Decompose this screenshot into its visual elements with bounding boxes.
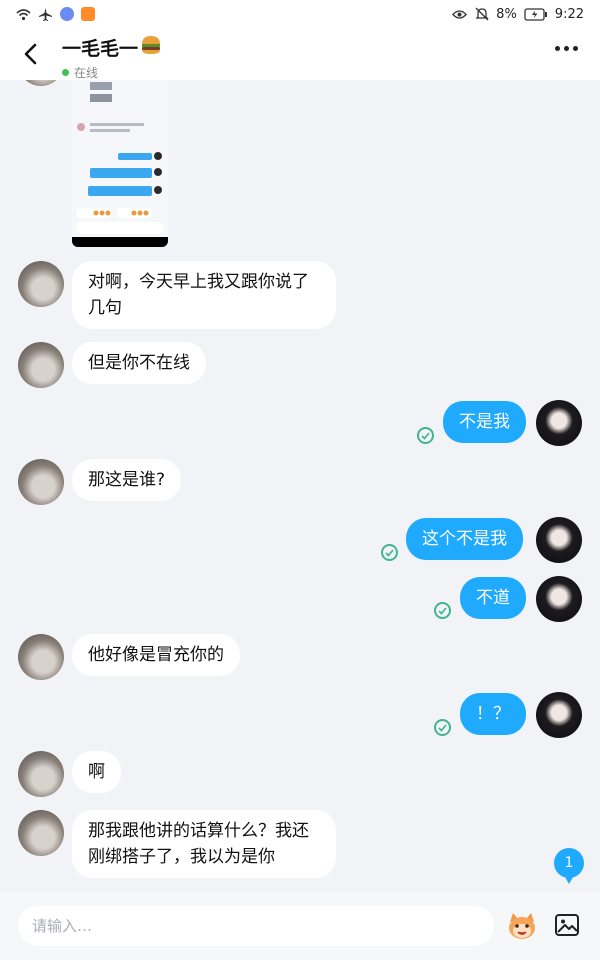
unread-count-badge[interactable]: 1: [554, 848, 584, 884]
clock: 9:22: [554, 6, 584, 22]
message-bubble-received[interactable]: 那我跟他讲的话算什么？我还 刚绑搭子了，我以为是你: [72, 810, 336, 878]
message-text: 这个不是我: [422, 529, 507, 549]
message-text: 不是我: [459, 412, 510, 432]
read-check-icon: [417, 427, 434, 444]
message-text: 但是你不在线: [88, 353, 190, 373]
my-avatar[interactable]: [536, 692, 582, 738]
message-text: 那这是谁?: [88, 470, 166, 490]
burger-emoji-icon: [140, 35, 162, 60]
emoji-button[interactable]: [506, 910, 538, 942]
message-bubble-received[interactable]: 对啊，今天早上我又跟你说了 几句: [72, 261, 336, 329]
message-bubble-sent[interactable]: ！？: [460, 693, 526, 735]
read-check-icon: [434, 719, 451, 736]
message-bubble-sent[interactable]: 这个不是我: [406, 518, 523, 560]
screenshot-thumbnail: [76, 82, 164, 234]
message-bubble-sent[interactable]: 不道: [460, 577, 526, 619]
message-bubble-sent[interactable]: 不是我: [443, 401, 526, 443]
contact-avatar[interactable]: [18, 751, 64, 797]
read-check-icon: [434, 602, 451, 619]
image-icon: [555, 914, 579, 936]
online-dot: [62, 69, 69, 76]
message-bubble-received[interactable]: 他好像是冒充你的: [72, 634, 240, 676]
mute-bell-icon: [474, 7, 489, 22]
message-text: 对啊，今天早上我又跟你说了 几句: [88, 272, 309, 318]
status-right: 8% 9:22: [452, 7, 584, 22]
screenshot-nav-bar: [72, 237, 168, 247]
eye-icon: [452, 7, 468, 22]
chat-header: 一毛毛一 在线: [0, 28, 600, 80]
message-text: 他好像是冒充你的: [88, 645, 224, 665]
status-left: [16, 7, 95, 22]
contact-avatar[interactable]: [18, 810, 64, 856]
message-bubble-received[interactable]: 那这是谁?: [72, 459, 182, 501]
status-bar: 8% 9:22: [0, 0, 600, 28]
back-button[interactable]: [18, 41, 44, 67]
message-text: 啊: [88, 762, 105, 782]
image-button[interactable]: [554, 912, 580, 938]
my-avatar[interactable]: [536, 400, 582, 446]
online-status-label: 在线: [74, 66, 99, 80]
message-text: 那我跟他讲的话算什么？我还 刚绑搭子了，我以为是你: [88, 821, 309, 867]
online-status: 在线: [62, 64, 162, 81]
contact-avatar[interactable]: [18, 459, 64, 505]
battery-icon: [524, 7, 548, 22]
unread-count: 1: [564, 855, 574, 871]
input-bar: [0, 892, 600, 960]
contact-name: 一毛毛一: [62, 38, 139, 60]
contact-name-row: 一毛毛一: [62, 34, 162, 61]
image-message[interactable]: [72, 80, 168, 247]
contact-info[interactable]: 一毛毛一 在线: [62, 34, 162, 81]
message-text: 不道: [476, 588, 510, 608]
contact-avatar[interactable]: [18, 80, 64, 86]
my-avatar[interactable]: [536, 576, 582, 622]
contact-avatar[interactable]: [18, 261, 64, 307]
video-app-icon: [81, 7, 95, 21]
emoji-face-icon: [509, 913, 535, 939]
message-bubble-received[interactable]: 啊: [72, 751, 121, 793]
battery-level: 8%: [496, 6, 517, 22]
message-list[interactable]: 对啊，今天早上我又跟你说了 几句 但是你不在线 不是我 那这是谁? 这个不是我 …: [0, 80, 600, 892]
contact-avatar[interactable]: [18, 342, 64, 388]
airplane-icon: [38, 7, 53, 22]
more-dots-icon: [555, 46, 560, 51]
message-bubble-received[interactable]: 但是你不在线: [72, 342, 206, 384]
my-avatar[interactable]: [536, 517, 582, 563]
message-input[interactable]: [18, 906, 494, 946]
wifi-icon: [16, 7, 31, 22]
message-text: ！？: [476, 704, 510, 724]
back-arrow-icon: [24, 43, 37, 65]
music-app-icon: [60, 7, 74, 21]
contact-avatar[interactable]: [18, 634, 64, 680]
more-button[interactable]: [555, 46, 578, 51]
read-check-icon: [381, 544, 398, 561]
